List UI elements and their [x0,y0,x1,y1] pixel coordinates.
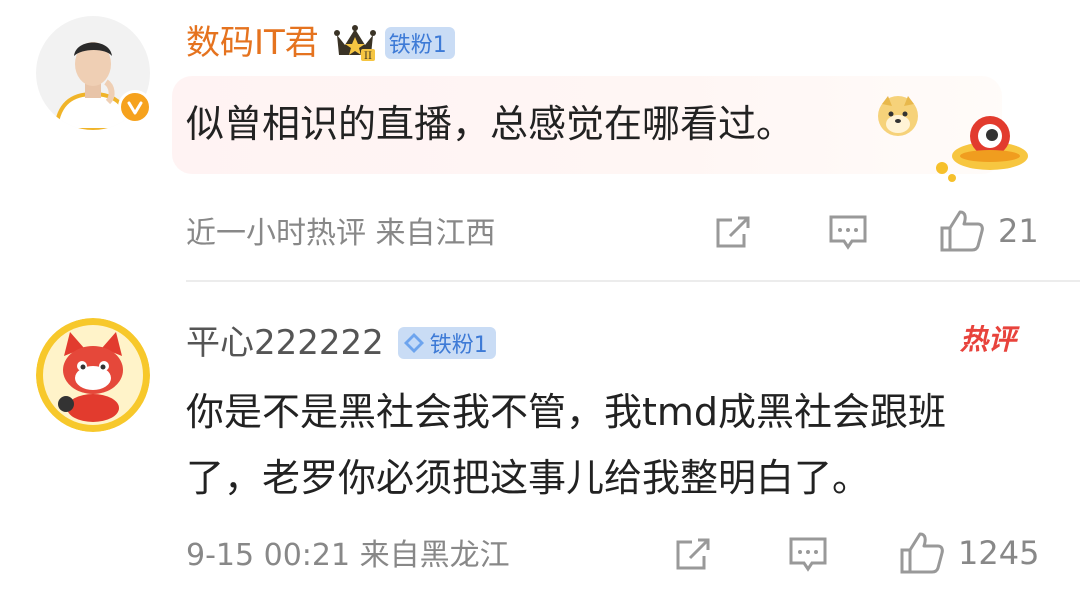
share-button[interactable] [674,534,714,574]
ufo-sticker-icon [930,108,1030,188]
like-count: 21 [998,212,1039,250]
comment-icon [789,537,827,572]
share-icon [676,538,710,570]
avatar[interactable] [36,16,152,130]
like-button[interactable]: 21 [938,208,1039,254]
name-row: 平心222222 铁粉1 [186,318,496,368]
fan-badge[interactable]: 铁粉1 [397,327,496,359]
svg-text:II: II [364,51,372,62]
comment-meta: 9-15 00:21 来自黑龙江 [186,538,510,573]
doge-emoji-icon [876,94,920,142]
share-button[interactable] [714,212,754,252]
comment-item-2: 平心222222 铁粉1 热评 你是不是黑社会我不管，我tmd成黑社会跟班 了，… [0,282,1080,609]
comment-text-line-2: 了，老罗你必须把这事儿给我整明白了。 [186,456,871,500]
diamond-icon [403,333,424,353]
name-row: 数码IT君 II 铁粉1 [186,18,455,68]
crown-icon: II [333,23,377,63]
like-count: 1245 [958,534,1040,572]
like-button[interactable]: 1245 [898,530,1039,576]
comment-icon [829,215,867,250]
comment-meta: 近一小时热评 来自江西 [186,216,496,251]
username[interactable]: 平心222222 [186,318,384,368]
comment-text: 似曾相识的直播，总感觉在哪看过。 [186,102,795,146]
comment-item-1: 数码IT君 II 铁粉1 似曾相识的直播，总感觉在哪看过。 近一小时热评 来自江… [0,0,1080,280]
hot-comment-tag: 热评 [960,323,1017,356]
username[interactable]: 数码IT君 [186,18,319,68]
thumbs-up-icon [900,532,944,574]
verified-icon [118,90,152,124]
fan-badge[interactable]: 铁粉1 [384,27,455,59]
fan-badge-label: 铁粉1 [429,333,488,358]
share-icon [716,216,750,248]
comment-button[interactable] [788,534,828,574]
comment-text-line-1: 你是不是黑社会我不管，我tmd成黑社会跟班 [186,390,947,434]
comment-button[interactable] [828,212,868,252]
thumbs-up-icon [940,210,984,252]
avatar[interactable] [36,318,150,432]
fan-badge-label: 铁粉1 [388,33,447,58]
